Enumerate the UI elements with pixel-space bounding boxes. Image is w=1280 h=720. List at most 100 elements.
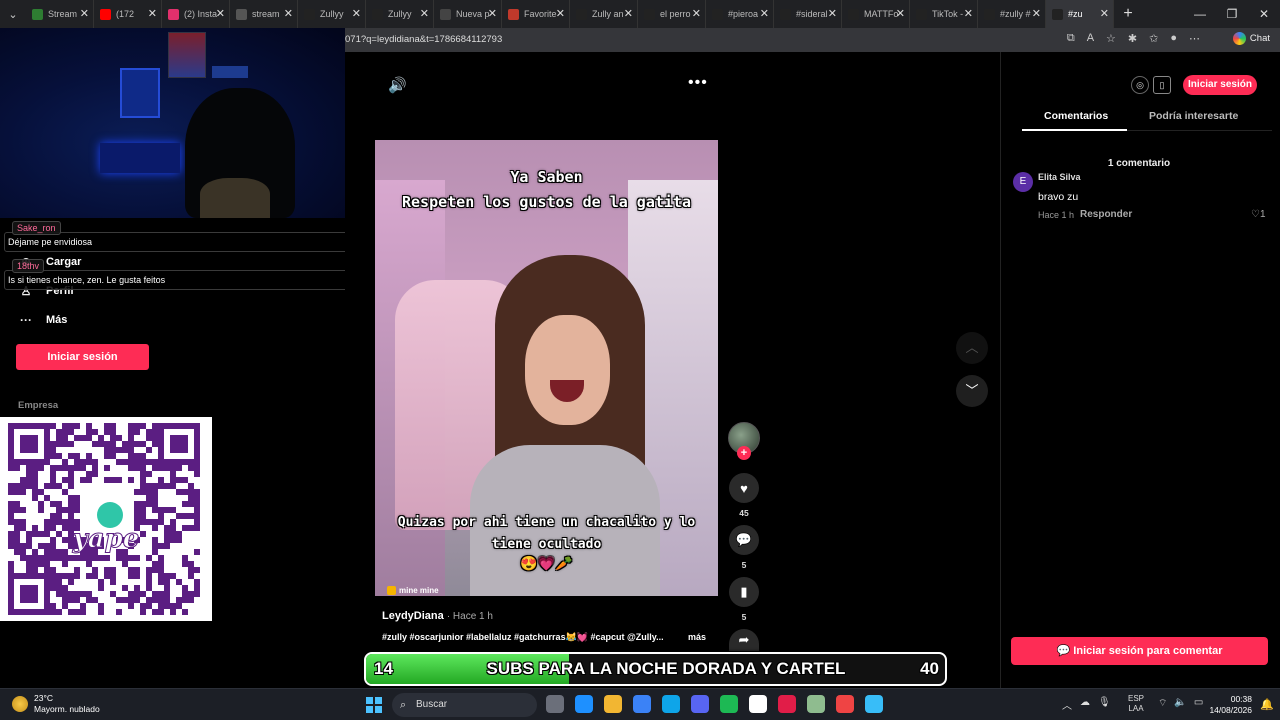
taskbar-search[interactable]: ⌕ Buscar	[392, 693, 537, 717]
taskbar-app-icon[interactable]	[633, 695, 651, 713]
video-frame[interactable]: Ya Saben Respeten los gustos de la gatit…	[375, 140, 718, 596]
commenter-name[interactable]: Elita Silva	[1038, 172, 1081, 182]
like-button[interactable]: ♥	[729, 473, 759, 503]
sidebar-item-more[interactable]: ··· Más	[18, 313, 67, 327]
taskbar-app-icon[interactable]	[691, 695, 709, 713]
next-video-button[interactable]: ﹀	[956, 375, 988, 407]
header-login-button[interactable]: Iniciar sesión	[1183, 75, 1257, 95]
follow-plus-icon[interactable]: +	[737, 446, 751, 460]
browser-tab[interactable]: TikTok - ✕	[910, 0, 978, 28]
compass-icon[interactable]: ◎	[1131, 76, 1149, 94]
browser-tab[interactable]: #zully # ✕	[978, 0, 1046, 28]
sidebar-company-link[interactable]: Empresa	[18, 400, 58, 411]
new-tab-button[interactable]: +	[1114, 5, 1142, 23]
browser-tab[interactable]: Favorite ✕	[502, 0, 570, 28]
star-icon[interactable]: ☆	[1106, 32, 1116, 45]
tab-recommended[interactable]: Podría interesarte	[1149, 110, 1238, 122]
browser-tab[interactable]: #pieroa ✕	[706, 0, 774, 28]
qr-module	[20, 555, 26, 561]
comment-button[interactable]: 💬	[729, 525, 759, 555]
sidebar-login-button[interactable]: Iniciar sesión	[16, 344, 149, 370]
share-button[interactable]: ➦	[729, 629, 759, 651]
commenter-avatar[interactable]: E	[1013, 172, 1033, 192]
favorites-icon[interactable]: ✩	[1149, 32, 1158, 45]
taskbar-app-icon[interactable]	[720, 695, 738, 713]
mobile-app-icon[interactable]: ▯	[1153, 76, 1171, 94]
minimize-icon[interactable]: —	[1184, 0, 1216, 28]
taskbar-app-icon[interactable]	[836, 695, 854, 713]
tab-search-icon[interactable]: ⌄	[0, 0, 26, 28]
browser-tab[interactable]: Stream ✕	[26, 0, 94, 28]
save-button[interactable]: ▮	[729, 577, 759, 607]
taskbar-app-icon[interactable]	[662, 695, 680, 713]
tab-comments[interactable]: Comentarios	[1044, 110, 1108, 122]
open-in-app-icon[interactable]: ⧉	[1067, 32, 1075, 45]
tab-close-icon[interactable]: ✕	[760, 7, 769, 20]
wifi-icon[interactable]: ⌔	[1158, 697, 1167, 710]
taskbar-app-icon[interactable]	[778, 695, 796, 713]
onedrive-icon[interactable]: ☁	[1080, 697, 1090, 712]
tab-close-icon[interactable]: ✕	[284, 7, 293, 20]
previous-video-button[interactable]: ︿	[956, 332, 988, 364]
video-music-tag[interactable]: mine mine	[387, 586, 439, 595]
taskbar-app-icon[interactable]	[546, 695, 564, 713]
taskbar-app-icon[interactable]	[604, 695, 622, 713]
extensions-icon[interactable]: ✱	[1128, 32, 1137, 45]
weather-widget[interactable]: 23°C Mayorm. nublado	[12, 693, 100, 715]
notification-bell-icon[interactable]: 🔔	[1260, 698, 1274, 711]
author-name[interactable]: LeydyDiana	[382, 610, 444, 622]
browser-tab[interactable]: Zullyy ✕	[298, 0, 366, 28]
tab-close-icon[interactable]: ✕	[1032, 7, 1041, 20]
taskbar-app-icon[interactable]	[865, 695, 883, 713]
video-options-icon[interactable]: •••	[688, 74, 708, 92]
translate-icon[interactable]: A	[1087, 32, 1094, 45]
browser-tab[interactable]: stream ✕	[230, 0, 298, 28]
tab-close-icon[interactable]: ✕	[692, 7, 701, 20]
browser-tab[interactable]: Nueva p ✕	[434, 0, 502, 28]
browser-tab[interactable]: MATTFo ✕	[842, 0, 910, 28]
start-button[interactable]	[366, 697, 382, 713]
browser-tab[interactable]: (2) Insta ✕	[162, 0, 230, 28]
tab-close-icon[interactable]: ✕	[964, 7, 973, 20]
taskbar-app-icon[interactable]	[807, 695, 825, 713]
maximize-icon[interactable]: ❐	[1216, 0, 1248, 28]
tab-close-icon[interactable]: ✕	[896, 7, 905, 20]
browser-tab[interactable]: el perro ✕	[638, 0, 706, 28]
browser-tab[interactable]: Zully an ✕	[570, 0, 638, 28]
tab-close-icon[interactable]: ✕	[624, 7, 633, 20]
browser-tab[interactable]: #zu ✕	[1046, 0, 1114, 28]
tab-close-icon[interactable]: ✕	[420, 7, 429, 20]
tab-close-icon[interactable]: ✕	[556, 7, 565, 20]
comment-like-button[interactable]: ♡1	[1251, 209, 1266, 220]
browser-tab[interactable]: (172 ✕	[94, 0, 162, 28]
tab-close-icon[interactable]: ✕	[352, 7, 361, 20]
taskbar-clock[interactable]: 00:38 14/08/2026	[1206, 694, 1252, 716]
profile-avatar-icon[interactable]: ●	[1170, 32, 1177, 45]
browser-menu-icon[interactable]: ⋯	[1189, 32, 1200, 45]
browser-tab[interactable]: #sideral ✕	[774, 0, 842, 28]
tab-close-icon[interactable]: ✕	[828, 7, 837, 20]
description-more-link[interactable]: más	[688, 632, 706, 642]
url-text[interactable]: 071?q=leydidiana&t=1786684112793	[345, 34, 502, 45]
tab-close-icon[interactable]: ✕	[1100, 7, 1109, 20]
video-author[interactable]: LeydyDiana · Hace 1 h	[382, 610, 493, 622]
tab-close-icon[interactable]: ✕	[216, 7, 225, 20]
qr-module	[110, 429, 116, 435]
tab-close-icon[interactable]: ✕	[80, 7, 89, 20]
speaker-icon[interactable]: 🔈	[1174, 697, 1186, 710]
language-indicator[interactable]: ESP LAA	[1128, 694, 1144, 714]
reply-button[interactable]: Responder	[1080, 209, 1132, 220]
microphone-icon[interactable]: 🎙	[1098, 697, 1111, 712]
tray-chevron-icon[interactable]: ︿	[1062, 697, 1072, 712]
browser-tab[interactable]: Zullyy ✕	[366, 0, 434, 28]
close-window-icon[interactable]: ✕	[1248, 0, 1280, 28]
video-hashtags[interactable]: #zully #oscarjunior #labellaluz #gatchur…	[382, 632, 664, 643]
login-to-comment-button[interactable]: 💬 Iniciar sesión para comentar	[1011, 637, 1268, 665]
copilot-chat-button[interactable]: Chat	[1232, 32, 1270, 45]
taskbar-app-icon[interactable]	[749, 695, 767, 713]
battery-icon[interactable]: ▭	[1194, 697, 1203, 710]
tab-close-icon[interactable]: ✕	[488, 7, 497, 20]
volume-icon[interactable]: 🔊	[388, 76, 407, 94]
tab-close-icon[interactable]: ✕	[148, 7, 157, 20]
taskbar-app-icon[interactable]	[575, 695, 593, 713]
